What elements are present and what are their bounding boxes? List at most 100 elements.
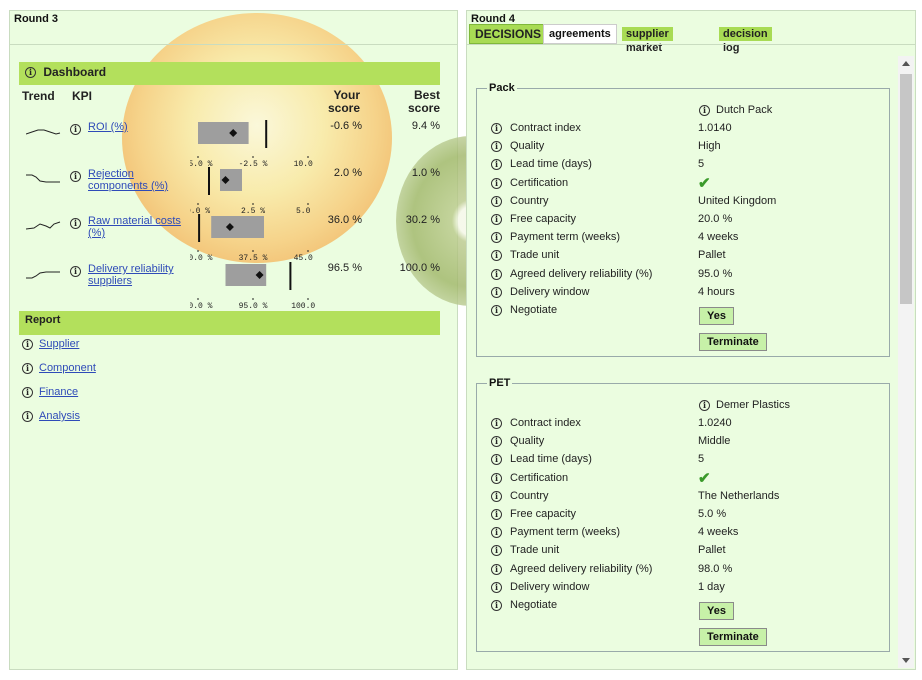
- kpi-link[interactable]: Rejection components (%): [88, 168, 188, 192]
- info-icon[interactable]: i: [491, 305, 502, 316]
- terminate-button[interactable]: Terminate: [699, 628, 767, 646]
- tab-decision-log[interactable]: decision log: [719, 27, 772, 54]
- trend-sparkline: [26, 129, 61, 135]
- supplier-field-row: i Negotiate: [491, 599, 881, 617]
- field-value: 98.0 %: [698, 562, 733, 575]
- check-icon: ✔: [698, 469, 711, 487]
- supplier-field-row: i Contract index 1.0140: [491, 122, 881, 140]
- supplier-field-row: i Country United Kingdom: [491, 195, 881, 213]
- supplier-field-row: i Quality High: [491, 140, 881, 158]
- gauge-tick-label: 37.5 %: [239, 254, 268, 262]
- info-icon[interactable]: i: [491, 436, 502, 448]
- field-value: 4 weeks: [698, 231, 739, 244]
- info-icon[interactable]: i: [491, 268, 502, 280]
- info-icon[interactable]: i: [22, 338, 33, 350]
- report-link[interactable]: Analysis: [39, 410, 80, 422]
- info-icon[interactable]: i: [491, 195, 502, 207]
- info-icon[interactable]: i: [25, 67, 36, 79]
- your-score-value: 2.0 %: [333, 167, 362, 179]
- info-icon[interactable]: i: [699, 399, 710, 411]
- supplier-name: i Demer Plastics: [699, 399, 790, 411]
- negotiate-yes-button[interactable]: Yes: [699, 602, 734, 620]
- info-icon[interactable]: i: [491, 177, 502, 189]
- scroll-down-arrow-icon[interactable]: [902, 658, 910, 663]
- supplier-field-row: i Country The Netherlands: [491, 490, 881, 508]
- report-item: i Supplier: [22, 338, 79, 350]
- supplier-field-row: i Negotiate: [491, 304, 881, 322]
- kpi-link[interactable]: ROI (%): [88, 121, 188, 133]
- field-label: Lead time (days): [510, 158, 592, 171]
- report-header: Report: [19, 311, 440, 335]
- your-score-value: 96.5 %: [327, 262, 362, 274]
- supplier-field-row: i Lead time (days) 5: [491, 453, 881, 471]
- info-icon[interactable]: i: [491, 581, 502, 593]
- info-icon[interactable]: i: [22, 410, 33, 422]
- info-icon[interactable]: i: [491, 472, 502, 484]
- field-value: High: [698, 140, 721, 153]
- info-icon[interactable]: i: [699, 104, 710, 116]
- dashboard-title: Dashboard: [43, 65, 107, 79]
- field-label: Agreed delivery reliability (%): [510, 562, 653, 575]
- field-value: 1.0240: [698, 417, 732, 429]
- negotiate-yes-button[interactable]: Yes: [699, 307, 734, 325]
- scrollbar-thumb[interactable]: [900, 74, 912, 304]
- info-icon[interactable]: i: [491, 509, 502, 520]
- field-value: The Netherlands: [698, 489, 780, 502]
- info-icon[interactable]: i: [70, 171, 81, 182]
- info-icon[interactable]: i: [491, 454, 502, 466]
- field-value: 4 hours: [698, 285, 735, 298]
- field-label: Quality: [510, 140, 545, 153]
- best-score-header: Best score: [407, 88, 440, 115]
- decisions-scroll-area[interactable]: Pack i Dutch Pack i Contract index 1.0140…: [468, 56, 914, 668]
- kpi-bullet-gauge: 15.0 % -2.5 % 10.0 %: [190, 120, 315, 168]
- best-score-value: 30.2 %: [405, 214, 440, 226]
- info-icon[interactable]: i: [491, 563, 502, 575]
- info-icon[interactable]: i: [491, 545, 502, 557]
- info-icon[interactable]: i: [491, 250, 502, 262]
- field-value: 1 day: [698, 580, 725, 593]
- info-icon[interactable]: i: [491, 123, 502, 134]
- field-label: Negotiate: [510, 599, 558, 611]
- info-icon[interactable]: i: [491, 286, 502, 298]
- vertical-scrollbar[interactable]: [898, 56, 914, 668]
- scroll-up-arrow-icon[interactable]: [902, 61, 910, 66]
- info-icon[interactable]: i: [70, 218, 81, 229]
- gauge-tick-label: 100.0 %: [291, 302, 315, 310]
- info-icon[interactable]: i: [491, 527, 502, 539]
- info-icon[interactable]: i: [70, 124, 81, 135]
- info-icon[interactable]: i: [491, 600, 502, 611]
- gauge-tick-label: 90.0 %: [190, 302, 213, 310]
- info-icon[interactable]: i: [22, 362, 33, 374]
- tab-decisions[interactable]: DECISIONS: [469, 24, 548, 44]
- kpi-bullet-gauge: 30.0 % 37.5 % 45.0 %: [190, 214, 315, 262]
- info-icon[interactable]: i: [70, 266, 81, 277]
- kpi-link[interactable]: Raw material costs (%): [88, 215, 188, 239]
- supplier-field-row: i Certification ✔: [491, 469, 881, 490]
- field-value: 20.0 %: [698, 213, 733, 225]
- field-label: Trade unit: [510, 544, 560, 557]
- supplier-field-row: i Quality Middle: [491, 435, 881, 453]
- tab-agreements[interactable]: agreements: [543, 24, 617, 44]
- kpi-link[interactable]: Delivery reliability suppliers: [88, 263, 188, 287]
- tab-supplier-market[interactable]: supplier market: [622, 27, 673, 54]
- report-link[interactable]: Component: [39, 362, 96, 374]
- supplier-legend: PET: [489, 377, 511, 389]
- supplier-name-text: Demer Plastics: [716, 399, 790, 411]
- info-icon[interactable]: i: [491, 159, 502, 171]
- field-label: Lead time (days): [510, 453, 592, 466]
- report-link[interactable]: Supplier: [39, 338, 79, 350]
- terminate-button[interactable]: Terminate: [699, 333, 767, 351]
- info-icon[interactable]: i: [491, 141, 502, 153]
- report-link[interactable]: Finance: [39, 386, 78, 398]
- supplier-name-text: Dutch Pack: [716, 104, 773, 116]
- gauge-tick-label: 45.0 %: [294, 254, 315, 262]
- field-label: Delivery window: [510, 285, 590, 298]
- info-icon[interactable]: i: [22, 386, 33, 398]
- info-icon[interactable]: i: [491, 418, 502, 429]
- divider: [467, 44, 915, 45]
- supplier-field-row: i Free capacity 20.0 %: [491, 213, 881, 231]
- info-icon[interactable]: i: [491, 490, 502, 502]
- info-icon[interactable]: i: [491, 214, 502, 225]
- info-icon[interactable]: i: [491, 232, 502, 244]
- trend-sparkline: [26, 271, 60, 279]
